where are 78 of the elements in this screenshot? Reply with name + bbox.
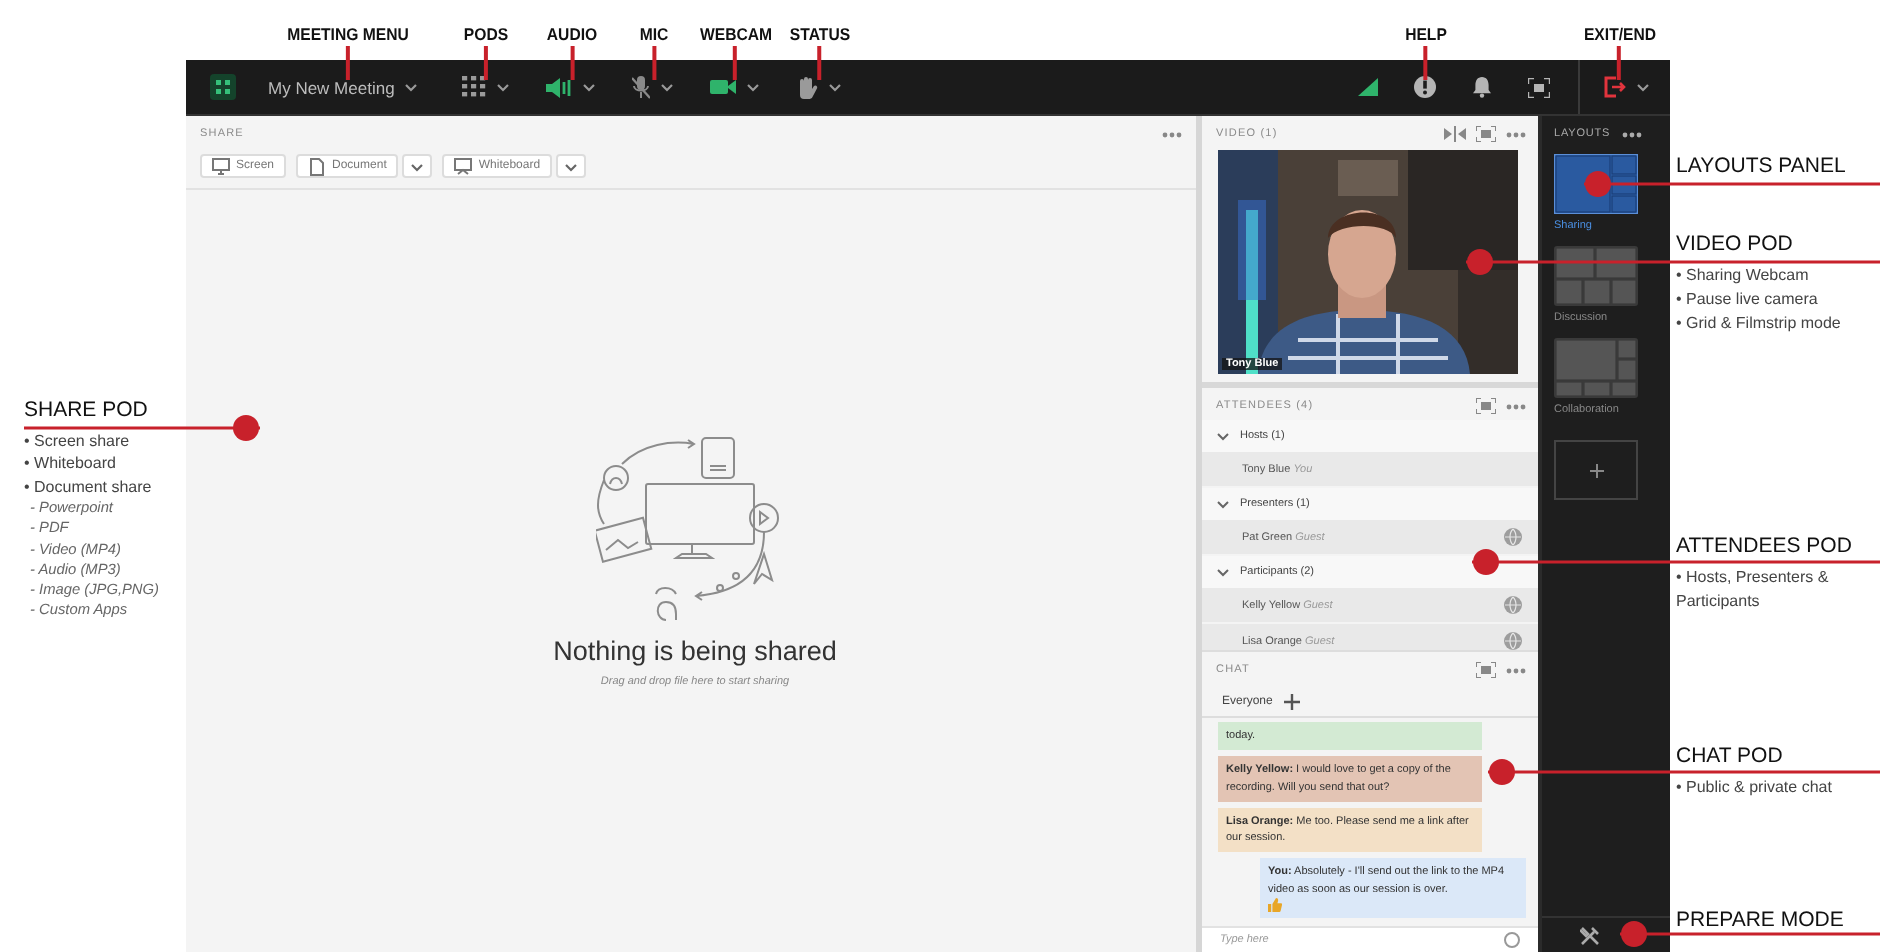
chevron-icon [1216,499,1230,509]
caret-icon [828,82,843,92]
callout-title: ATTENDEES POD [1676,534,1854,558]
add-icon[interactable] [1284,694,1301,710]
caret-icon [564,161,579,171]
callout-title: PREPARE MODE [1676,908,1844,932]
chevron-icon [1216,431,1230,441]
caret-icon [410,161,425,171]
leader-line [817,45,822,79]
callout-title: CHAT POD [1676,744,1785,768]
empty-state-title: Nothing is being shared [553,636,837,666]
callout-label: PODS [464,23,509,43]
bullet-item: • Pause live camera [1676,288,1820,312]
app-logo-icon[interactable] [210,74,236,100]
globe-icon[interactable] [1504,596,1522,614]
leader-line [484,45,489,79]
muted-mic-icon [632,75,651,99]
emoji-icon[interactable] [1504,931,1520,948]
signal-icon [1358,78,1378,96]
callout-label: MEETING MENU [286,23,409,43]
layout-thumbnail[interactable] [1554,338,1638,398]
grid-icon [462,76,487,98]
callout-title: VIDEO POD [1676,232,1795,256]
dropdown-button[interactable] [556,154,587,178]
callout-title: LAYOUTS PANEL [1676,154,1846,178]
globe-icon[interactable] [1504,528,1522,546]
dropdown-button[interactable] [402,154,433,178]
caret-icon [746,82,761,92]
leader-line [345,45,350,79]
bullet-item: • Screen share [24,430,132,453]
hand-icon [796,75,819,99]
caret-icon [582,82,597,92]
more-icon[interactable] [1622,131,1643,137]
callout-label: MIC [639,23,668,43]
filmstrip-icon[interactable] [1444,126,1466,142]
chevron-icon [1216,567,1230,577]
caret-icon [404,82,419,92]
bullet-item: • Hosts, Presenters & Participants [1676,566,1831,614]
callout-label: WEBCAM [699,23,772,43]
bullet-item: • Whiteboard [24,452,118,476]
layout-thumbnail[interactable] [1554,246,1638,306]
caret-icon [496,82,511,92]
leader-line [651,45,656,79]
tools-icon[interactable] [1580,925,1600,945]
speaker-icon [546,77,573,97]
leader-line [569,45,574,79]
help-icon [1414,76,1436,98]
bell-icon [1472,76,1492,98]
callout-label: EXIT/END [1582,23,1656,43]
globe-icon[interactable] [1504,632,1522,650]
meeting-menu-button[interactable]: My New Meeting [268,69,419,105]
fullscreen-icon[interactable] [1476,662,1496,678]
callout-label: STATUS [789,23,850,43]
bullet-item: • Public & private chat [1676,776,1832,800]
more-icon[interactable] [1506,131,1526,137]
bullet-item: • Grid & Filmstrip mode [1676,312,1841,336]
callout-label: AUDIO [546,23,597,43]
more-icon[interactable] [1162,131,1182,137]
bullet-item: • Document share [24,475,154,499]
add-icon [1589,463,1603,477]
exit-icon [1604,76,1626,98]
fullscreen-icon[interactable] [1476,126,1496,142]
fullscreen-icon [1528,77,1550,97]
monitor-icon [212,157,230,175]
document-icon [308,157,327,175]
leader-line [733,45,738,79]
caret-icon [660,82,675,92]
more-icon[interactable] [1506,403,1526,409]
camera-icon [710,78,737,96]
whiteboard-icon [454,157,473,175]
fullscreen-icon[interactable] [1476,398,1496,414]
callout-title: SHARE POD [24,398,150,422]
bullet-item: • Sharing Webcam [1676,264,1811,288]
callout-label: HELP [1404,23,1446,43]
leader-line [1423,45,1427,79]
leader-line [1617,45,1621,79]
more-icon[interactable] [1506,667,1526,673]
caret-icon [1636,82,1650,92]
